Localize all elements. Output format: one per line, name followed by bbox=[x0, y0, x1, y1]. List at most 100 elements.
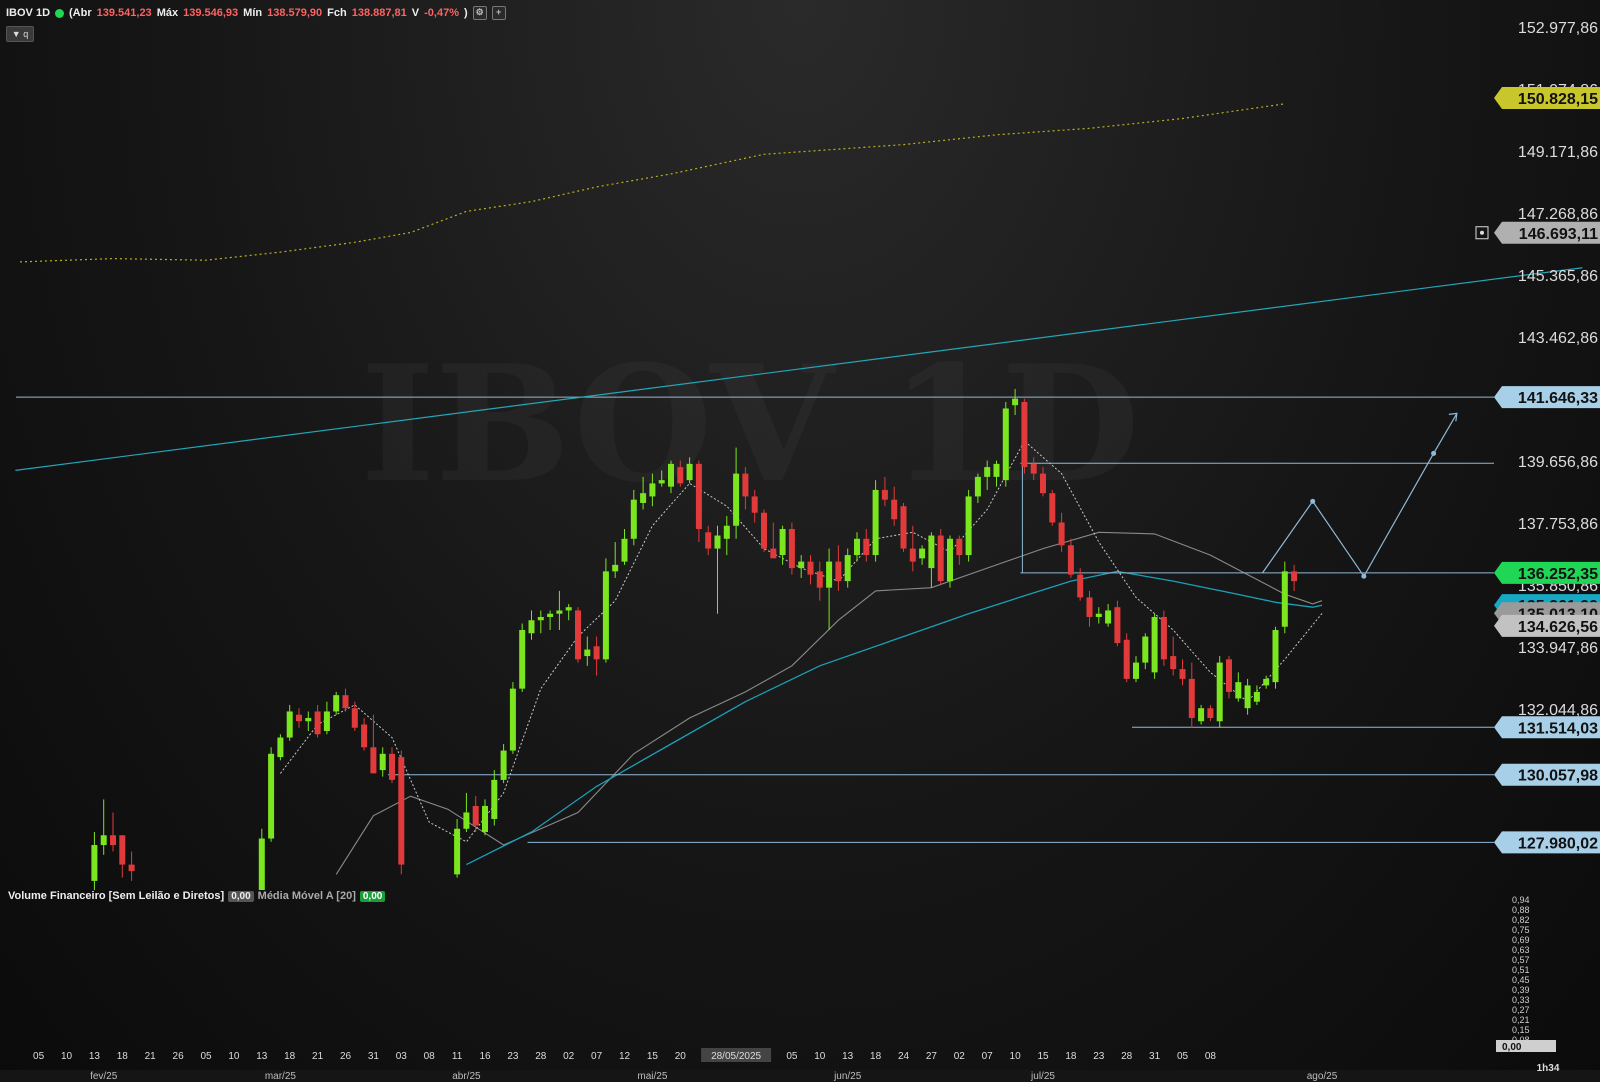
low-label: Mín bbox=[243, 7, 263, 19]
candle-body bbox=[779, 529, 786, 556]
time-tick-label: 18 bbox=[1065, 1051, 1077, 1062]
month-label: jun/25 bbox=[833, 1071, 862, 1082]
time-tick-label: 18 bbox=[870, 1051, 882, 1062]
candle-body bbox=[1272, 630, 1279, 683]
time-tick-label: 28 bbox=[1121, 1051, 1133, 1062]
month-label: abr/25 bbox=[452, 1071, 481, 1082]
high-label: Máx bbox=[156, 7, 179, 19]
candle-body bbox=[956, 538, 963, 556]
price-tick-label: 137.753,86 bbox=[1518, 516, 1598, 533]
candle-body bbox=[1170, 656, 1177, 670]
ma-cyan-line bbox=[466, 570, 1323, 866]
candle-body bbox=[770, 548, 777, 559]
candle-body bbox=[668, 463, 674, 487]
candle-body bbox=[1160, 616, 1167, 660]
time-tick-label: 13 bbox=[89, 1051, 101, 1062]
header-close-paren: ) bbox=[464, 7, 468, 19]
candle-body bbox=[286, 711, 293, 738]
volume-value: 0,00 bbox=[228, 890, 254, 902]
candle-body bbox=[984, 467, 991, 477]
candle-body bbox=[723, 525, 730, 539]
volume-scale-label: 0,82 bbox=[1512, 915, 1530, 925]
candle-body bbox=[1030, 463, 1037, 474]
candle-body bbox=[500, 750, 507, 780]
candle-body bbox=[91, 845, 98, 881]
candle-body bbox=[788, 529, 795, 569]
candle-body bbox=[575, 610, 581, 660]
candle-body bbox=[1067, 545, 1074, 575]
month-label: fev/25 bbox=[90, 1071, 118, 1082]
time-tick-label: 08 bbox=[1205, 1051, 1217, 1062]
candle-body bbox=[826, 561, 833, 588]
candle-body bbox=[1281, 571, 1288, 627]
time-tick-label: 28/05/2025 bbox=[711, 1051, 761, 1062]
time-remaining-label: 1h34 bbox=[1537, 1063, 1560, 1074]
time-tick-label: 10 bbox=[1010, 1051, 1022, 1062]
candle-body bbox=[314, 711, 321, 735]
candle-body bbox=[537, 616, 544, 621]
candle-body bbox=[1049, 493, 1056, 523]
volume-scale-label: 0,39 bbox=[1512, 985, 1530, 995]
price-tag-label: 127.980,02 bbox=[1518, 835, 1598, 852]
time-tick-label: 26 bbox=[340, 1051, 352, 1062]
time-tick-label: 27 bbox=[926, 1051, 938, 1062]
candle-body bbox=[1095, 613, 1102, 617]
price-tick-label: 149.171,86 bbox=[1518, 144, 1598, 161]
symbol-label[interactable]: IBOV 1D bbox=[6, 7, 50, 19]
candle-body bbox=[100, 835, 107, 846]
candle-body bbox=[398, 757, 405, 865]
candle-body bbox=[323, 711, 330, 732]
candle-body bbox=[928, 535, 935, 569]
drawing-tools-toggle[interactable]: ▼ q bbox=[6, 26, 34, 42]
price-tick-label: 152.977,86 bbox=[1518, 20, 1598, 37]
price-tick-label: 147.268,86 bbox=[1518, 206, 1598, 223]
volume-scale-label: 0,15 bbox=[1512, 1025, 1530, 1035]
candle-body bbox=[844, 555, 851, 582]
time-tick-label: 05 bbox=[786, 1051, 798, 1062]
candle-body bbox=[128, 864, 135, 872]
candle-body bbox=[593, 646, 600, 660]
candle-body bbox=[296, 714, 302, 722]
time-tick-label: 03 bbox=[396, 1051, 408, 1062]
candle-body bbox=[1291, 571, 1298, 582]
variation-label: V bbox=[411, 7, 420, 19]
volume-ma-label: Média Móvel A [20] bbox=[257, 890, 356, 902]
candle-body bbox=[547, 613, 554, 617]
candle-body bbox=[714, 535, 721, 549]
time-tick-label: 07 bbox=[591, 1051, 603, 1062]
candle-body bbox=[891, 499, 898, 520]
time-tick-label: 31 bbox=[1149, 1051, 1161, 1062]
candle-body bbox=[482, 805, 488, 833]
settings-icon[interactable]: ⚙ bbox=[472, 6, 487, 20]
time-tick-label: 02 bbox=[563, 1051, 575, 1062]
candle-body bbox=[119, 835, 126, 865]
candle-body bbox=[110, 835, 116, 846]
candle-body bbox=[751, 496, 758, 513]
volume-scale-label: 0,45 bbox=[1512, 975, 1530, 985]
candle-body bbox=[733, 473, 740, 526]
candle-body bbox=[1021, 401, 1028, 468]
candle-body bbox=[658, 480, 665, 484]
volume-scale-label: 0,27 bbox=[1512, 1005, 1530, 1015]
candle-body bbox=[491, 779, 498, 819]
candle-body bbox=[379, 753, 386, 771]
price-tick-label: 143.462,86 bbox=[1518, 330, 1598, 347]
time-tick-label: 13 bbox=[842, 1051, 854, 1062]
time-tick-label: 07 bbox=[982, 1051, 994, 1062]
volume-scale-label: 0,75 bbox=[1512, 925, 1530, 935]
candle-body bbox=[565, 607, 572, 611]
time-tick-label: 13 bbox=[256, 1051, 268, 1062]
time-tick-label: 05 bbox=[33, 1051, 45, 1062]
candle-body bbox=[556, 610, 563, 614]
high-value: 139.546,93 bbox=[183, 7, 239, 19]
candle-body bbox=[268, 753, 275, 839]
time-axis[interactable]: 05 10 13 18 21 26 05 10 13 18 21 26 31 03 08 11 16 23 28 02… bbox=[0, 1048, 1600, 1082]
add-study-icon[interactable]: + bbox=[491, 6, 506, 20]
price-chart[interactable]: IBOV 1D 152.977,86151.074,86149.171,8614… bbox=[0, 0, 1600, 1082]
close-label: Fch bbox=[327, 7, 347, 19]
candle-body bbox=[1216, 662, 1223, 722]
candle-body bbox=[602, 571, 609, 660]
candle-body bbox=[677, 467, 684, 484]
time-tick-label: 24 bbox=[898, 1051, 910, 1062]
candle-body bbox=[472, 805, 479, 826]
